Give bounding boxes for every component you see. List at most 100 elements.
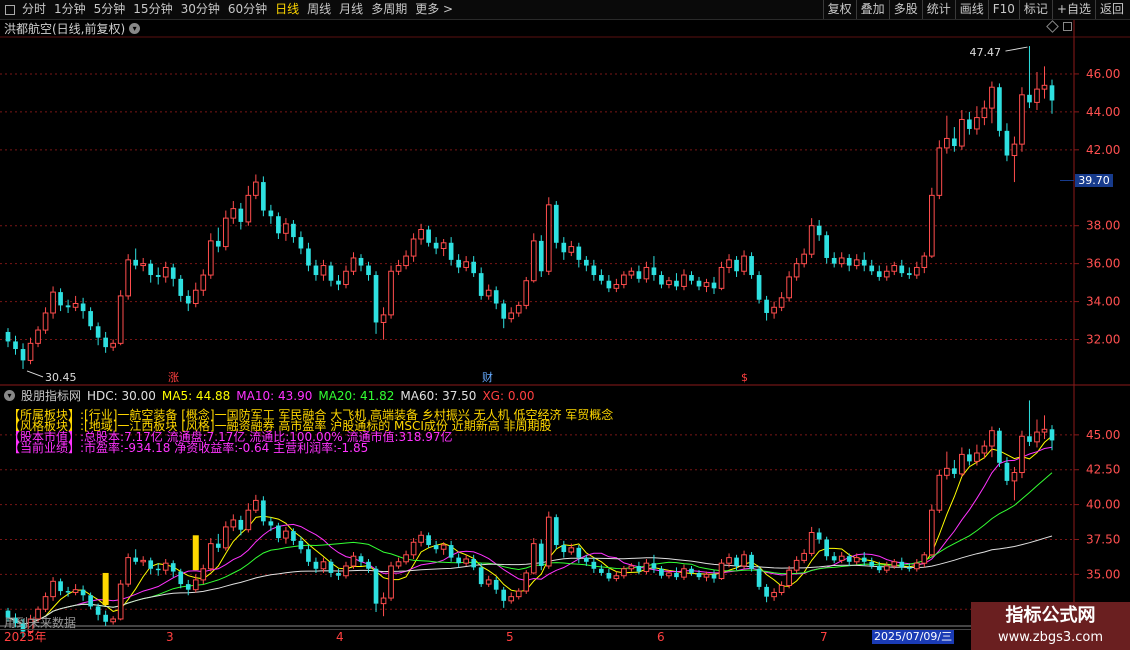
main-candle-down (749, 256, 754, 276)
main-candle-down (366, 265, 371, 276)
main-candle-down (5, 331, 11, 342)
main-candle-up (808, 225, 815, 255)
main-candle-up (989, 86, 995, 109)
main-candle-up (125, 259, 132, 297)
period-tab[interactable]: 5分钟 (90, 0, 130, 19)
main-candle-up (222, 217, 229, 248)
main-candle-down (553, 204, 559, 243)
toolbar-button[interactable]: 返回 (1094, 0, 1128, 19)
date-axis-label: 2025年 (4, 630, 47, 644)
chart-canvas[interactable]: 46.00 44.00 42.00 38.00 36.00 34.00 32.00 45.00… (0, 0, 1130, 650)
period-tab[interactable]: 30分钟 (177, 0, 224, 19)
window-icon[interactable] (5, 4, 15, 15)
period-tab[interactable]: 多周期 (367, 0, 411, 19)
indicator-candle-down (561, 545, 567, 553)
indicator-candle-down (58, 581, 63, 592)
finance-badge[interactable]: 财 (482, 372, 493, 384)
panel-layout-icon[interactable] (1063, 22, 1072, 31)
main-candle-down (291, 223, 296, 238)
indicator-candle-down (433, 545, 439, 550)
indicator-yaxis-label: 35.00 (1086, 567, 1120, 581)
main-candle-down (876, 271, 882, 277)
toolbar-button[interactable]: 复权 (822, 0, 856, 19)
indicator-title-bar: ▾ 股朋指标网 HDC: 30.00 MA5: 44.88 MA10: 43.9… (4, 387, 535, 404)
toolbar-button[interactable]: 叠加 (855, 0, 889, 19)
indicator-candle-down (185, 584, 191, 590)
indicator-candle-down (861, 557, 867, 562)
indicator-candle-down (584, 557, 589, 562)
diamond-icon[interactable] (1046, 20, 1059, 33)
indicator-candle-up (913, 562, 920, 570)
indicator-candle-down (538, 543, 544, 566)
period-tab[interactable]: 60分钟 (224, 0, 271, 19)
main-candle-up (613, 284, 620, 289)
chevron-down-icon[interactable]: ▾ (129, 23, 141, 34)
indicator-candle-up (928, 509, 935, 556)
period-tab[interactable]: 更多 > (411, 0, 457, 19)
main-candle-up (793, 263, 800, 278)
toolbar-button[interactable]: +自选 (1051, 0, 1095, 19)
main-candle-down (997, 87, 1002, 131)
main-candle-down (906, 273, 912, 276)
toolbar-button[interactable]: F10 (987, 0, 1019, 19)
main-candle-down (148, 263, 154, 276)
main-candle-up (545, 204, 552, 272)
limit-up-badge[interactable]: 涨 (168, 372, 179, 384)
main-candle-up (981, 107, 988, 119)
indicator-candle-up (718, 562, 725, 580)
toolbar-button[interactable]: 标记 (1018, 0, 1052, 19)
indicator-candle-down (952, 468, 957, 474)
period-tab[interactable]: 分时 (18, 0, 50, 19)
indicator-candle-down (155, 568, 161, 571)
indicator-candle-up (808, 532, 815, 554)
indicator-candle-down (133, 557, 139, 562)
indicator-candle-up (403, 554, 409, 563)
indicator-candle-down (336, 572, 341, 576)
indicator-yaxis-label: 40.00 (1086, 498, 1120, 512)
period-tab[interactable]: 15分钟 (129, 0, 176, 19)
main-candle-down (328, 265, 334, 281)
toolbar-button[interactable]: 统计 (921, 0, 955, 19)
indicator-candle-down (674, 572, 679, 578)
indicator-candle-down (291, 531, 296, 541)
event-badge[interactable]: $ (741, 372, 748, 384)
indicator-candle-up (786, 569, 792, 587)
main-candle-down (1004, 130, 1010, 156)
indicator-candle-up (981, 445, 988, 454)
indicator-yaxis-label: 42.50 (1086, 463, 1120, 477)
indicator-candle-up (125, 557, 132, 585)
indicator-candle-down (876, 565, 882, 571)
toolbar-button[interactable]: 画线 (954, 0, 988, 19)
main-candle-up (117, 295, 124, 344)
indicator-candle-down (756, 568, 762, 587)
indicator-candle-up (643, 562, 650, 573)
indicator-candle-up (801, 552, 807, 561)
main-candle-down (764, 299, 769, 313)
indicator-candle-down (448, 545, 454, 558)
indicator-candle-down (824, 539, 830, 557)
main-candle-down (493, 290, 499, 304)
chevron-down-icon[interactable]: ▾ (4, 390, 15, 401)
period-tab[interactable]: 1分钟 (50, 0, 90, 19)
main-candle-down (65, 305, 71, 308)
indicator-candle-up (440, 544, 447, 550)
period-tab[interactable]: 月线 (335, 0, 367, 19)
main-candle-down (373, 275, 379, 323)
main-candle-down (426, 229, 431, 243)
main-candle-down (358, 257, 364, 266)
indicator-candle-down (1027, 436, 1032, 442)
main-candle-down (155, 275, 161, 277)
high-arrow (1005, 46, 1028, 52)
info-row-performance: 【当前业绩】:市盈率:-934.18 净资收益率:-0.64 主营利润率:-1.… (8, 442, 613, 454)
indicator-candle-down (501, 589, 507, 601)
main-candle-up (786, 276, 792, 299)
toolbar-button[interactable]: 多股 (888, 0, 922, 19)
main-candle-up (140, 263, 147, 267)
main-candle-up (380, 314, 387, 323)
period-tab[interactable]: 日线 (271, 0, 303, 19)
indicator-candle-down (358, 556, 364, 562)
indicator-candle-down (306, 549, 311, 562)
period-tab[interactable]: 周线 (303, 0, 335, 19)
main-candle-down (674, 280, 679, 287)
indicator-name[interactable]: 股朋指标网 (21, 387, 81, 404)
